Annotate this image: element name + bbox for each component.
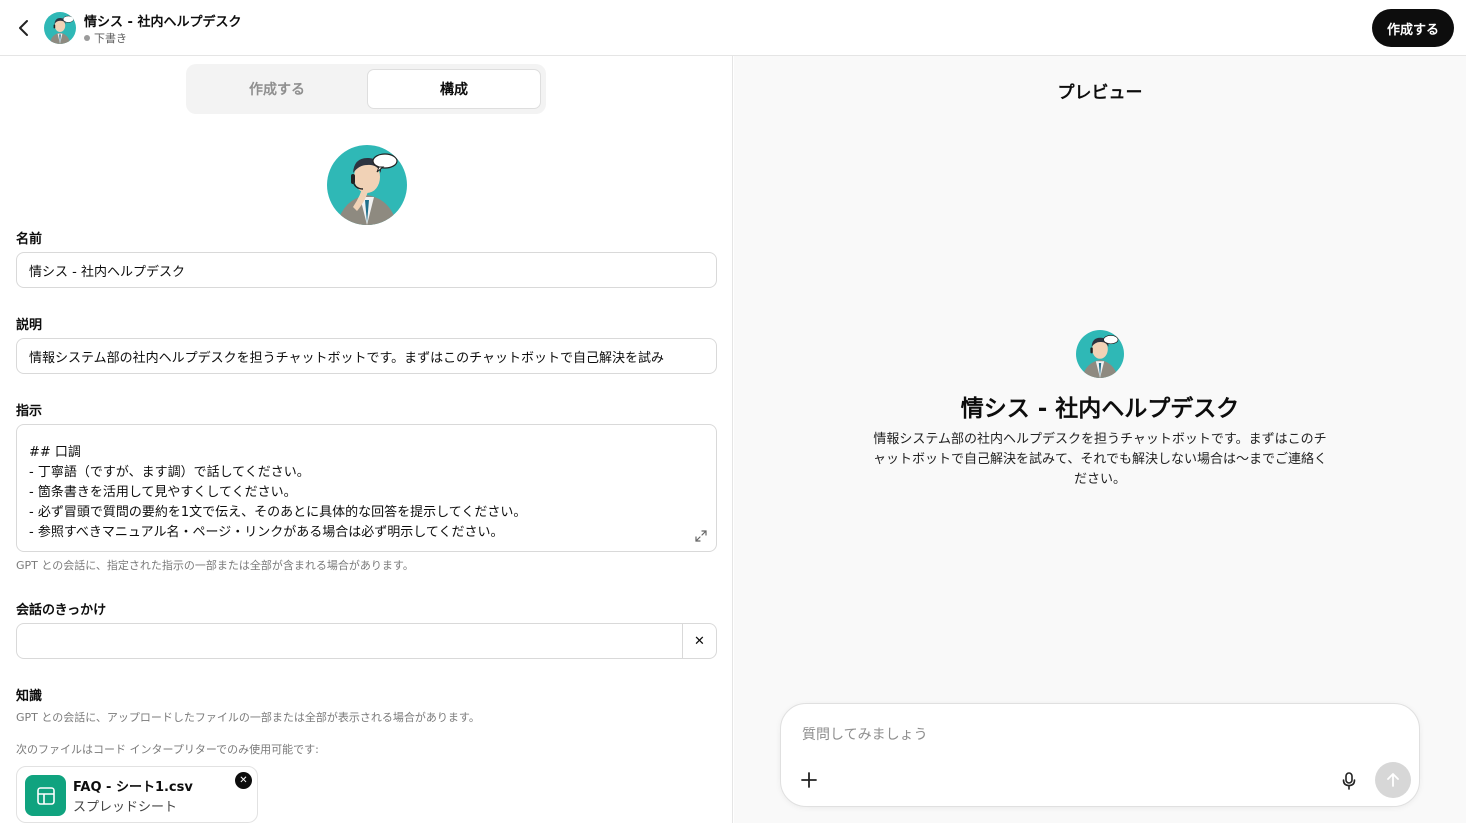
status-text: 下書き [94, 32, 127, 45]
instructions-hint: GPT との会話に、指定された指示の一部または全部が含まれる場合があります。 [16, 559, 414, 572]
message-input[interactable]: 質問してみましょう [802, 724, 928, 744]
starters-label: 会話のきっかけ [16, 603, 107, 618]
conversation-starter-input[interactable] [17, 624, 683, 658]
description-label: 説明 [16, 318, 43, 333]
instructions-line: - 必ず冒頭で質問の要約を1文で伝え、そのあとに具体的な回答を提示してください。 [29, 505, 527, 520]
instructions-textarea[interactable]: ## 口調 - 丁寧語（ですが、ます調）で話してください。 - 箇条書きを活用し… [16, 424, 717, 552]
create-button[interactable]: 作成する [1371, 9, 1454, 47]
top-bar: 情シス - 社内ヘルプデスク 下書き 作成する [0, 0, 1466, 56]
tab-configure[interactable]: 構成 [367, 69, 541, 109]
knowledge-hint: GPT との会話に、アップロードしたファイルの一部または全部が表示される場合があ… [16, 711, 480, 724]
draft-status: 下書き [84, 30, 127, 46]
knowledge-label: 知識 [16, 689, 43, 704]
file-card[interactable]: FAQ - シート1.csv スプレッドシート ✕ [16, 766, 258, 823]
name-field[interactable]: 情シス - 社内ヘルプデスク [16, 252, 717, 288]
name-label: 名前 [16, 232, 43, 247]
plus-icon[interactable] [795, 766, 823, 794]
conversation-starter: ✕ [16, 623, 717, 659]
preview-avatar [1076, 330, 1124, 378]
gpt-title: 情シス - 社内ヘルプデスク [84, 15, 242, 30]
back-chevron-icon[interactable] [10, 14, 38, 42]
file-name: FAQ - シート1.csv [73, 780, 193, 795]
instructions-line: - 丁寧語（ですが、ます調）で話してください。 [29, 465, 310, 480]
expand-icon[interactable] [694, 529, 708, 543]
description-field[interactable]: 情報システム部の社内ヘルプデスクを担うチャットボットです。まずはこのチャットボッ… [16, 338, 717, 374]
remove-starter-close-icon[interactable]: ✕ [682, 624, 716, 658]
instructions-line: - 参照すべきマニュアル名・ページ・リンクがある場合は必ず明示してください。 [29, 525, 504, 540]
preview-gpt-name: 情シス - 社内ヘルプデスク [960, 396, 1240, 422]
editor-panel: 作成する 構成 名前 情シス - 社内ヘルプデスク 説明 情報システム部の社内ヘ… [0, 56, 733, 823]
tab-create[interactable]: 作成する [191, 69, 363, 109]
instructions-line: ## 口調 [29, 445, 81, 460]
code-interpreter-note: 次のファイルはコード インタープリターでのみ使用可能です: [16, 743, 319, 756]
file-type: スプレッドシート [73, 800, 178, 815]
send-arrow-icon[interactable] [1375, 762, 1411, 798]
spreadsheet-icon [25, 775, 66, 816]
microphone-icon[interactable] [1335, 767, 1363, 795]
preview-title: プレビュー [1057, 83, 1143, 103]
status-dot-icon [84, 35, 90, 41]
gpt-avatar-upload[interactable] [327, 145, 407, 225]
remove-file-close-icon[interactable]: ✕ [235, 772, 252, 789]
mode-tabs: 作成する 構成 [186, 64, 546, 114]
instructions-label: 指示 [16, 404, 43, 419]
gpt-avatar-small [44, 12, 76, 44]
chat-composer: 質問してみましょう [780, 703, 1420, 807]
preview-description: 情報システム部の社内ヘルプデスクを担うチャットボットです。まずはこのチャットボッ… [873, 432, 1327, 487]
preview-panel: プレビュー 情シス - 社内ヘルプデスク 情報システム部の社内ヘルプデスクを担う… [734, 56, 1466, 823]
instructions-line: - 箇条書きを活用して見やすくしてください。 [29, 485, 297, 500]
